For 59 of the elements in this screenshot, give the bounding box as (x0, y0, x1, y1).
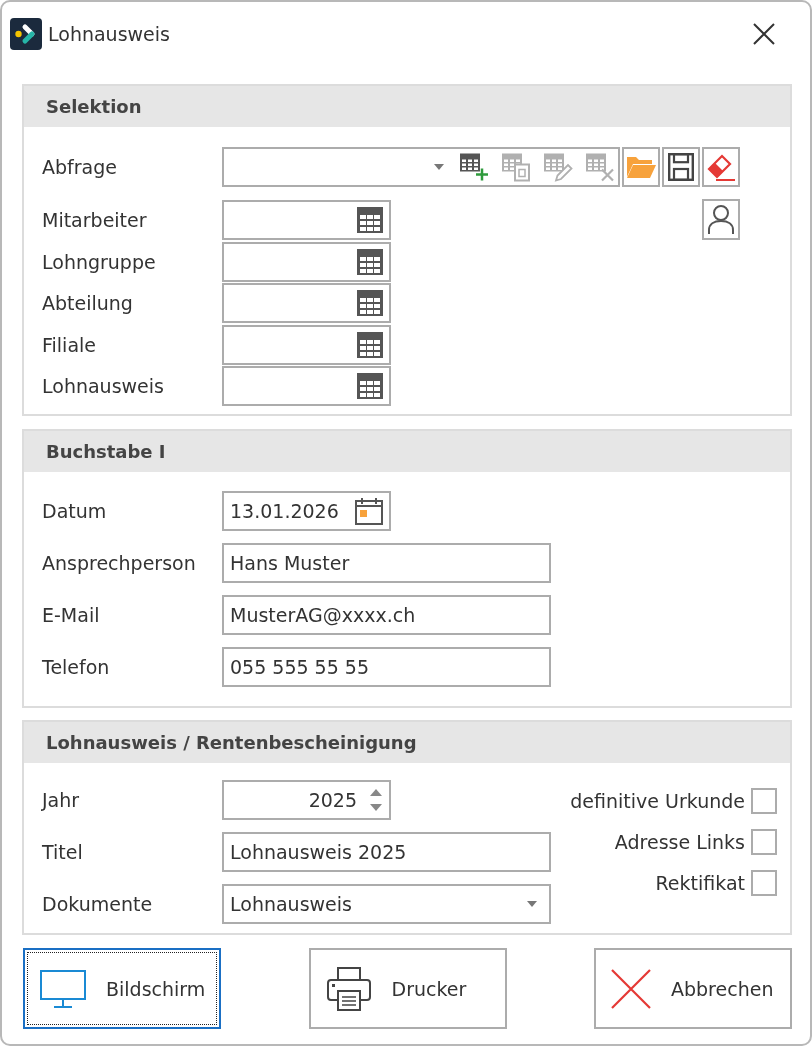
document-select[interactable]: Lohnausweis (222, 884, 551, 924)
table-icon[interactable] (357, 331, 383, 358)
text-field[interactable]: Hans Muster (222, 543, 551, 583)
field-label: Abteilung (42, 292, 134, 314)
field-label: Lohngruppe (42, 250, 157, 273)
checkbox[interactable] (751, 829, 777, 855)
folder-icon (626, 155, 656, 179)
caret-icon (527, 901, 537, 907)
spin-arrows-icon[interactable] (369, 788, 383, 812)
print-button[interactable]: Drucker (308, 948, 507, 1029)
monitor-icon (40, 969, 86, 1008)
table-icon[interactable] (357, 248, 383, 275)
save-button[interactable] (662, 147, 700, 187)
field-label: Dokumente (42, 893, 154, 915)
lookup-field[interactable] (222, 199, 391, 240)
table-add-icon[interactable] (459, 152, 489, 182)
caret-icon (434, 164, 444, 170)
cancel-icon (611, 968, 651, 1009)
table-icon[interactable] (357, 373, 383, 399)
table-icon[interactable] (357, 206, 383, 233)
printer-icon (325, 966, 372, 1011)
field-label: Abfrage (42, 156, 118, 178)
field-label: Titel (42, 841, 84, 863)
year-spinner[interactable]: 2025 (222, 780, 391, 820)
section-header: Lohnausweis / Rentenbescheinigung (24, 722, 790, 763)
checkbox-label: Rektifikat (655, 872, 745, 894)
section-header: Buchstabe I (24, 431, 790, 472)
field-label: Datum (42, 500, 108, 522)
field-label: Lohnausweis (42, 375, 165, 397)
close-icon (753, 23, 775, 45)
checkbox-label: definitive Urkunde (570, 790, 745, 812)
checkbox-label: Adresse Links (614, 831, 745, 853)
calendar-icon[interactable] (355, 497, 383, 525)
text-field[interactable]: Lohnausweis 2025 (222, 832, 551, 872)
checkbox[interactable] (751, 788, 777, 814)
clear-button[interactable] (702, 147, 740, 187)
field-label: Filiale (42, 333, 97, 356)
table-icon[interactable] (357, 290, 383, 316)
eraser-icon (706, 153, 736, 181)
date-field[interactable]: 13.01.2026 (222, 491, 391, 531)
person-icon (708, 204, 734, 235)
person-button[interactable] (702, 199, 740, 240)
lookup-field[interactable] (222, 366, 391, 406)
window-title: Lohnausweis (48, 23, 170, 45)
lookup-field[interactable] (222, 241, 391, 282)
lookup-field[interactable] (222, 283, 391, 323)
field-label: E-Mail (42, 604, 101, 626)
text-field[interactable]: 055 555 55 55 (222, 647, 551, 687)
field-label: Ansprechperson (42, 552, 197, 574)
text-field[interactable]: MusterAG@xxxx.ch (222, 595, 551, 635)
section-header: Selektion (24, 86, 790, 127)
field-label: Mitarbeiter (42, 208, 148, 231)
field-label: Jahr (42, 789, 81, 811)
cancel-button[interactable]: Abbrechen (594, 948, 792, 1029)
app-logo-icon (10, 18, 42, 50)
field-label: Telefon (42, 656, 111, 678)
screen-button[interactable]: Bildschirm (23, 948, 221, 1029)
checkbox[interactable] (751, 870, 777, 896)
lookup-field[interactable] (222, 324, 391, 365)
